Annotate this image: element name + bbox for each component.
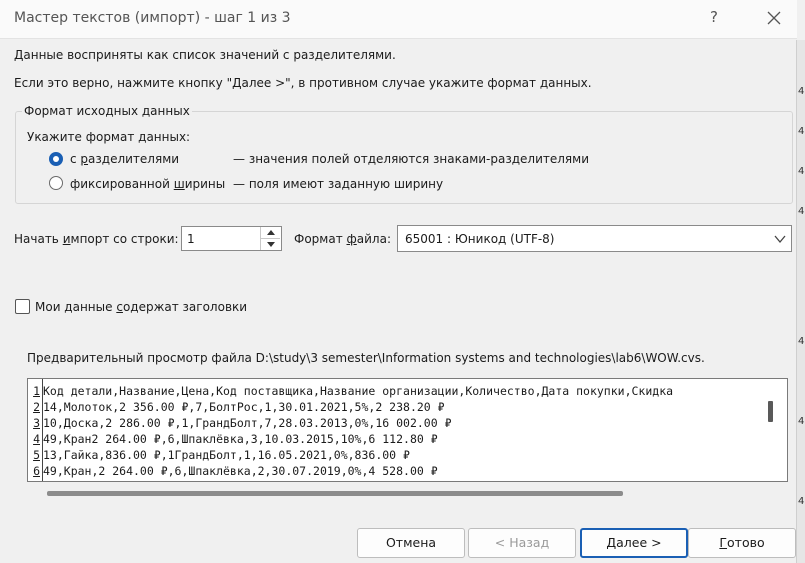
line-number: 1	[33, 384, 40, 398]
radio-delimited[interactable]	[49, 152, 63, 166]
background-digit: 4	[798, 86, 805, 97]
back-button[interactable]: < Назад	[468, 528, 576, 558]
background-digit: 4	[798, 496, 805, 507]
preview-horizontal-scrollbar[interactable]	[47, 491, 623, 496]
radio-fixed-width-label[interactable]: фиксированной ширины	[70, 177, 225, 191]
help-button[interactable]: ?	[706, 8, 722, 26]
radio-fixed-width-description: — поля имеют заданную ширину	[233, 177, 444, 191]
line-number: 4	[33, 432, 40, 446]
intro-text-2: Если это верно, нажмите кнопку "Далее >"…	[14, 76, 592, 90]
next-button[interactable]: Далее >	[580, 528, 688, 558]
radio-delimited-label[interactable]: с разделителями	[70, 152, 179, 166]
chevron-down-icon[interactable]	[774, 233, 786, 247]
stepper-up-button[interactable]	[261, 227, 280, 239]
file-format-label: Формат файла:	[294, 232, 391, 246]
line-text: 49,Кран2 264.00 ₽,6,Шпаклёвка,3,10.03.20…	[43, 432, 438, 446]
cancel-button[interactable]: Отмена	[357, 528, 465, 558]
line-number: 2	[33, 400, 40, 414]
intro-text-1: Данные восприняты как список значений с …	[14, 48, 396, 62]
start-row-stepper[interactable]: 1	[181, 226, 282, 251]
background-digit: 4	[798, 126, 805, 137]
triangle-down-icon	[266, 242, 275, 247]
close-button[interactable]	[762, 4, 786, 30]
line-text: Код детали,Название,Цена,Код поставщика,…	[43, 384, 674, 398]
line-text: 49,Кран,2 264.00 ₽,6,Шпаклёвка,2,30.07.2…	[43, 464, 438, 478]
background-sheet-right: 4 4 4 4 4 4 4	[796, 40, 805, 563]
stepper-down-button[interactable]	[261, 239, 280, 250]
close-icon	[767, 11, 781, 25]
line-text: 13,Гайка,836.00 ₽,1ГрандБолт,1,16.05.202…	[43, 448, 410, 462]
finish-button[interactable]: Готово	[688, 528, 796, 558]
line-text: 10,Доска,2 286.00 ₽,1,ГрандБолт,7,28.03.…	[43, 416, 452, 430]
file-format-value: 65001 : Юникод (UTF-8)	[405, 232, 555, 246]
file-format-select[interactable]: 65001 : Юникод (UTF-8)	[397, 225, 792, 252]
title-bar: Мастер текстов (импорт) - шаг 1 из 3 ?	[0, 0, 797, 39]
text-import-wizard-dialog: Мастер текстов (импорт) - шаг 1 из 3 ? Д…	[0, 0, 797, 563]
background-digit: 4	[798, 206, 805, 217]
line-text: 14,Молоток,2 356.00 ₽,7,БолтРос,1,30.01.…	[43, 400, 445, 414]
triangle-up-icon	[266, 230, 275, 235]
preview-label: Предварительный просмотр файла D:\study\…	[27, 351, 705, 365]
radio-fixed-width[interactable]	[49, 176, 63, 190]
headers-checkbox-label[interactable]: Мои данные содержат заголовки	[35, 300, 247, 314]
start-row-value[interactable]: 1	[187, 232, 195, 246]
line-number: 5	[33, 448, 40, 462]
file-preview[interactable]: 1 Код детали,Название,Цена,Код поставщика…	[27, 378, 788, 482]
line-number: 3	[33, 416, 40, 430]
format-prompt: Укажите формат данных:	[27, 130, 191, 144]
background-digit: 4	[798, 166, 805, 177]
start-row-label: Начать импорт со строки:	[14, 232, 179, 246]
stepper-buttons	[260, 227, 281, 250]
line-number: 6	[33, 464, 40, 478]
background-digit: 4	[798, 416, 805, 427]
source-format-group-title: Формат исходных данных	[22, 104, 192, 118]
background-digit: 4	[798, 336, 805, 347]
radio-delimited-description: — значения полей отделяются знаками-разд…	[233, 152, 589, 166]
window-title: Мастер текстов (импорт) - шаг 1 из 3	[14, 10, 291, 26]
headers-checkbox[interactable]	[15, 299, 30, 314]
preview-vertical-scrollbar[interactable]	[768, 401, 773, 422]
